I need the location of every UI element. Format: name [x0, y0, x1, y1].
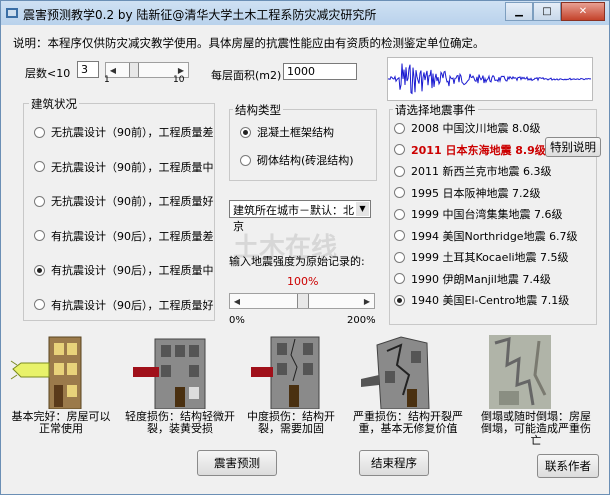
radio-button-icon[interactable] — [34, 195, 45, 207]
exit-button[interactable]: 结束程序 — [359, 450, 429, 476]
house-moderate-damage-image — [251, 336, 320, 409]
building-status-option-label: 无抗震设计（90前），工程质量好 — [51, 195, 214, 208]
radio-button-icon[interactable] — [394, 208, 405, 220]
damage-caption-moderate: 中度损伤：结构开裂，需要加固 — [247, 410, 335, 435]
radio-button-icon[interactable] — [34, 161, 45, 172]
structure-group — [229, 109, 377, 181]
structure-title: 结构类型 — [233, 102, 283, 118]
house-collapse-image — [489, 335, 551, 409]
special-note-button[interactable]: 特别说明 — [545, 137, 601, 157]
building-status-option[interactable]: 无抗震设计（90前），工程质量好 — [34, 193, 214, 209]
radio-button-icon[interactable] — [394, 273, 405, 284]
radio-button-icon[interactable] — [240, 154, 251, 166]
building-status-option-label: 有抗震设计（90后），工程质量差 — [51, 229, 214, 243]
radio-button-icon[interactable] — [34, 299, 45, 310]
quake-option-label: 1999 土耳其Kocaeli地震 7.5级 — [411, 251, 569, 264]
quake-option[interactable]: 1999 中国台湾集集地震 7.6级 — [394, 206, 562, 222]
quake-option[interactable]: 2011 新西兰克市地震 6.3级 — [394, 163, 551, 179]
intensity-slider-thumb[interactable] — [297, 294, 309, 308]
structure-option[interactable]: 混凝土框架结构 — [240, 124, 334, 140]
maximize-button[interactable]: □ — [533, 2, 561, 21]
quake-option-label: 2011 日本东海地震 8.9级 — [411, 143, 546, 157]
slider-right-icon[interactable]: ▶ — [360, 294, 374, 308]
structure-option-label: 砌体结构(砖混结构) — [257, 154, 354, 167]
quake-option[interactable]: 1940 美国El-Centro地震 7.1级 — [394, 292, 569, 308]
radio-button-icon[interactable] — [394, 187, 405, 198]
close-icon: ✕ — [578, 6, 588, 17]
radio-button-icon[interactable] — [34, 230, 45, 241]
predict-button[interactable]: 震害预测 — [197, 450, 277, 476]
building-status-option[interactable]: 有抗震设计（90后），工程质量中 — [34, 262, 214, 278]
main-window: 震害预测教学0.2 by 陆新征@清华大学土木工程系防灾减灾研究所 ▁ □ ✕ … — [0, 0, 610, 495]
radio-button-icon[interactable] — [394, 144, 405, 155]
close-button[interactable]: ✕ — [561, 2, 605, 21]
waveform-line — [388, 63, 592, 95]
floors-max-label: 10 — [173, 75, 185, 85]
building-status-option[interactable]: 有抗震设计（90后），工程质量好 — [34, 297, 214, 313]
app-icon — [6, 8, 18, 18]
contact-button[interactable]: 联系作者 — [537, 454, 599, 478]
structure-option[interactable]: 砌体结构(砖混结构) — [240, 152, 354, 168]
radio-button-icon[interactable] — [394, 294, 405, 306]
building-status-option-label: 有抗震设计（90后），工程质量好 — [51, 298, 214, 312]
building-status-option-label: 无抗震设计（90前），工程质量中 — [51, 160, 214, 174]
damage-caption-severe: 严重损伤：结构开裂严重，基本无修复价值 — [353, 410, 463, 435]
intensity-min-label: 0% — [229, 315, 245, 326]
structure-option-label: 混凝土框架结构 — [257, 126, 334, 139]
quake-option[interactable]: 1994 美国Northridge地震 6.7级 — [394, 228, 578, 244]
quake-option-label: 1999 中国台湾集集地震 7.6级 — [411, 208, 563, 221]
radio-button-icon[interactable] — [394, 251, 405, 263]
damage-caption-light: 轻度损伤：结构轻微开裂，装黄受损 — [125, 410, 235, 435]
quake-option[interactable]: 2008 中国汶川地震 8.0级 — [394, 120, 540, 136]
minimize-button[interactable]: ▁ — [505, 2, 533, 21]
building-status-option-label: 无抗震设计（90前），工程质量差 — [51, 126, 214, 139]
damage-caption-collapse: 倒塌或随时倒塌：房屋倒塌，可能造成严重伤亡 — [481, 410, 591, 447]
floors-slider-thumb[interactable] — [129, 63, 140, 77]
building-status-option[interactable]: 无抗震设计（90前），工程质量中 — [34, 159, 214, 175]
quake-title: 请选择地震事件 — [393, 102, 478, 118]
intensity-label: 输入地震强度为原始记录的: — [229, 255, 365, 268]
radio-button-icon[interactable] — [394, 122, 405, 134]
quake-option-label: 2011 新西兰克市地震 6.3级 — [411, 165, 552, 178]
house-intact-image — [10, 336, 82, 409]
area-input[interactable]: 1000 — [283, 63, 357, 80]
quake-option[interactable]: 2011 日本东海地震 8.9级 — [394, 142, 546, 158]
building-status-option-label: 有抗震设计（90后），工程质量中 — [51, 264, 214, 277]
house-light-damage-image — [133, 338, 206, 409]
quake-option-label: 2008 中国汶川地震 8.0级 — [411, 122, 541, 135]
quake-option[interactable]: 1999 土耳其Kocaeli地震 7.5级 — [394, 249, 569, 265]
quake-option-label: 1994 美国Northridge地震 6.7级 — [411, 229, 578, 243]
quake-option[interactable]: 1995 日本阪神地震 7.2级 — [394, 185, 540, 201]
floors-value: 3 — [77, 61, 99, 78]
quake-option[interactable]: 1990 伊朗Manjil地震 7.4级 — [394, 271, 551, 287]
building-status-option[interactable]: 有抗震设计（90后），工程质量差 — [34, 228, 214, 244]
house-severe-damage-image — [361, 336, 430, 409]
quake-option-label: 1940 美国El-Centro地震 7.1级 — [411, 294, 570, 307]
building-status-option[interactable]: 无抗震设计（90前），工程质量差 — [34, 124, 214, 140]
quake-option-label: 1990 伊朗Manjil地震 7.4级 — [411, 272, 551, 286]
city-select[interactable]: 建筑所在城市－默认：北京 ▼ — [229, 200, 371, 233]
radio-button-icon[interactable] — [394, 230, 405, 241]
chevron-down-icon[interactable]: ▼ — [356, 202, 369, 216]
intensity-slider[interactable]: ◀ ▶ — [229, 293, 375, 309]
quake-option-label: 1995 日本阪神地震 7.2级 — [411, 186, 541, 200]
radio-button-icon[interactable] — [240, 126, 251, 138]
intensity-max-label: 200% — [347, 315, 376, 326]
window-title: 震害预测教学0.2 by 陆新征@清华大学土木工程系防灾减灾研究所 — [23, 8, 377, 22]
minimize-icon: ▁ — [515, 6, 523, 17]
slider-left-icon[interactable]: ◀ — [230, 294, 244, 308]
disclaimer-text: 说明：本程序仅供防灾减灾教学使用。具体房屋的抗震性能应由有资质的检测鉴定单位确定… — [13, 36, 485, 50]
area-label: 每层面积(m2) — [211, 69, 282, 82]
title-bar: 震害预测教学0.2 by 陆新征@清华大学土木工程系防灾减灾研究所 ▁ □ ✕ — [1, 1, 609, 25]
floors-label: 层数<10 — [25, 67, 71, 80]
intensity-value: 100% — [287, 275, 319, 288]
radio-button-icon[interactable] — [34, 126, 45, 138]
damage-caption-intact: 基本完好：房屋可以正常使用 — [11, 410, 111, 435]
building-status-title: 建筑状况 — [29, 96, 79, 112]
radio-button-icon[interactable] — [394, 165, 405, 177]
radio-button-icon[interactable] — [34, 264, 45, 276]
seismic-waveform — [387, 57, 593, 101]
floors-min-label: 1 — [104, 75, 110, 85]
maximize-icon: □ — [542, 6, 552, 17]
